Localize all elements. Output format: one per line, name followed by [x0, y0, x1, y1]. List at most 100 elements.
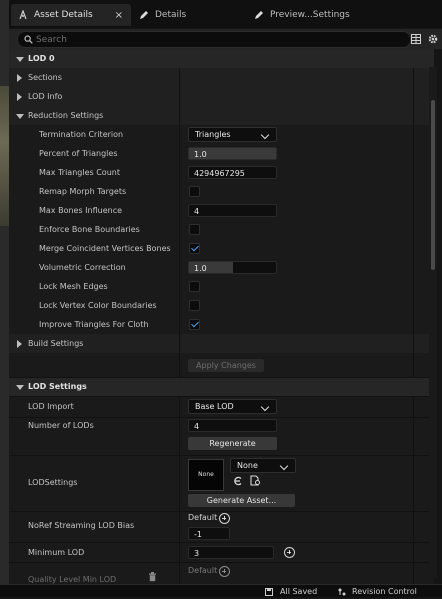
- column-divider: [179, 144, 180, 163]
- property-row: Number of LODs 4 Regenerate: [9, 418, 434, 456]
- noref-bias-field[interactable]: -1: [188, 527, 230, 540]
- tab-label: Preview...Settings: [270, 10, 350, 20]
- column-divider: [413, 201, 414, 220]
- collapse-arrow-icon[interactable]: [16, 57, 24, 62]
- minimum-lod-field[interactable]: 3: [188, 546, 274, 559]
- column-divider: [413, 418, 414, 455]
- property-row: Minimum LOD 3: [9, 543, 434, 563]
- add-override-icon[interactable]: [219, 513, 230, 524]
- use-selected-asset-icon[interactable]: [233, 476, 243, 486]
- lock-mesh-edges-checkbox[interactable]: [189, 281, 200, 292]
- table-view-icon[interactable]: [411, 34, 421, 44]
- trash-icon[interactable]: [148, 572, 157, 582]
- property-label: Volumetric Correction: [39, 263, 126, 272]
- generate-asset-button[interactable]: Generate Asset...: [188, 494, 295, 507]
- add-platform-override-icon[interactable]: [284, 547, 295, 558]
- termination-criterion-dropdown[interactable]: Triangles: [188, 127, 277, 142]
- column-divider: [179, 456, 180, 511]
- section-title: LOD Settings: [28, 382, 87, 391]
- tab-bar: Asset Details × Details Preview...Settin…: [9, 0, 442, 28]
- column-divider: [179, 397, 180, 417]
- property-row: Merge Coincident Vertices Bones: [9, 239, 434, 259]
- lock-vertex-color-checkbox[interactable]: [189, 300, 200, 311]
- property-label: Number of LODs: [28, 421, 94, 430]
- chevron-down-icon: [279, 461, 289, 471]
- column-divider: [413, 163, 414, 182]
- column-divider: [413, 239, 414, 258]
- column-divider: [179, 106, 180, 125]
- column-divider: [413, 512, 414, 542]
- column-divider: [413, 315, 414, 334]
- column-divider: [179, 258, 180, 277]
- merge-vertices-checkbox[interactable]: [189, 243, 200, 254]
- category-reduction-settings[interactable]: Reduction Settings: [9, 106, 434, 126]
- max-bones-field[interactable]: 4: [188, 204, 277, 217]
- column-divider: [179, 315, 180, 334]
- property-row: Quality Level Min LOD Default: [9, 563, 434, 585]
- collapse-arrow-icon[interactable]: [16, 385, 24, 390]
- property-row: LOD Import Base LOD: [9, 397, 434, 418]
- property-row: Lock Mesh Edges: [9, 277, 434, 297]
- improve-triangles-checkbox[interactable]: [189, 319, 200, 330]
- column-divider: [179, 87, 180, 106]
- column-divider: [413, 125, 414, 144]
- lod-settings-header[interactable]: LOD Settings: [9, 378, 434, 397]
- property-row: Termination Criterion Triangles: [9, 125, 434, 145]
- max-triangles-field[interactable]: 4294967295: [188, 166, 277, 179]
- column-divider: [413, 87, 414, 106]
- property-label: Merge Coincident Vertices Bones: [39, 244, 171, 253]
- revision-control-button[interactable]: Revision Control: [352, 585, 417, 599]
- column-divider: [179, 277, 180, 296]
- tab-details[interactable]: Details: [132, 4, 242, 26]
- expand-arrow-icon[interactable]: [17, 93, 22, 101]
- gear-icon[interactable]: [427, 33, 439, 45]
- field-value: 1.0: [194, 264, 207, 273]
- property-row: Max Bones Influence 4: [9, 201, 434, 221]
- remap-morph-checkbox[interactable]: [189, 186, 200, 197]
- number-of-lods-field[interactable]: 4: [188, 419, 277, 432]
- save-icon: [265, 588, 273, 596]
- collapse-arrow-icon[interactable]: [16, 114, 24, 119]
- chevron-down-icon: [260, 402, 270, 412]
- field-value: 4: [194, 207, 200, 216]
- property-label: Lock Mesh Edges: [39, 282, 108, 291]
- property-label: Lock Vertex Color Boundaries: [39, 301, 157, 310]
- search-box[interactable]: [17, 31, 411, 48]
- category-lod-info[interactable]: LOD Info: [9, 87, 434, 107]
- column-divider: [413, 334, 414, 353]
- apply-changes-button[interactable]: Apply Changes: [188, 359, 264, 372]
- add-override-icon[interactable]: [219, 566, 230, 577]
- regenerate-button[interactable]: Regenerate: [188, 437, 277, 450]
- thumbnail-text: None: [198, 471, 214, 478]
- browse-asset-icon[interactable]: [250, 475, 261, 486]
- expand-arrow-icon[interactable]: [17, 74, 22, 82]
- percent-triangles-field[interactable]: 1.0: [188, 147, 277, 160]
- search-input[interactable]: [36, 32, 396, 47]
- all-saved-button[interactable]: All Saved: [280, 585, 317, 599]
- category-sections[interactable]: Sections: [9, 68, 434, 88]
- column-divider: [413, 220, 414, 239]
- default-label: Default: [188, 566, 218, 575]
- category-build-settings[interactable]: Build Settings: [9, 334, 434, 354]
- property-label: Enforce Bone Boundaries: [39, 225, 140, 234]
- default-label: Default: [188, 513, 218, 522]
- column-divider: [179, 353, 180, 377]
- search-icon: [24, 35, 33, 44]
- lod0-header[interactable]: LOD 0: [9, 49, 434, 69]
- volumetric-correction-field[interactable]: 1.0: [188, 261, 277, 274]
- scrollbar-thumb[interactable]: [431, 100, 435, 270]
- tab-asset-details[interactable]: Asset Details ×: [11, 4, 131, 26]
- close-tab-icon[interactable]: ×: [115, 10, 123, 21]
- category-label: Sections: [28, 73, 62, 82]
- lod-import-dropdown[interactable]: Base LOD: [188, 399, 277, 414]
- asset-thumbnail[interactable]: None: [188, 459, 224, 491]
- field-value: 4294967295: [194, 169, 245, 178]
- asset-details-icon: [19, 10, 27, 20]
- expand-arrow-icon[interactable]: [17, 340, 22, 348]
- enforce-bone-checkbox[interactable]: [189, 224, 200, 235]
- column-divider: [179, 125, 180, 144]
- section-title: LOD 0: [28, 54, 55, 63]
- lod-settings-asset-dropdown[interactable]: None: [230, 458, 296, 473]
- column-divider: [413, 144, 414, 163]
- tab-preview-settings[interactable]: Preview...Settings: [247, 4, 437, 26]
